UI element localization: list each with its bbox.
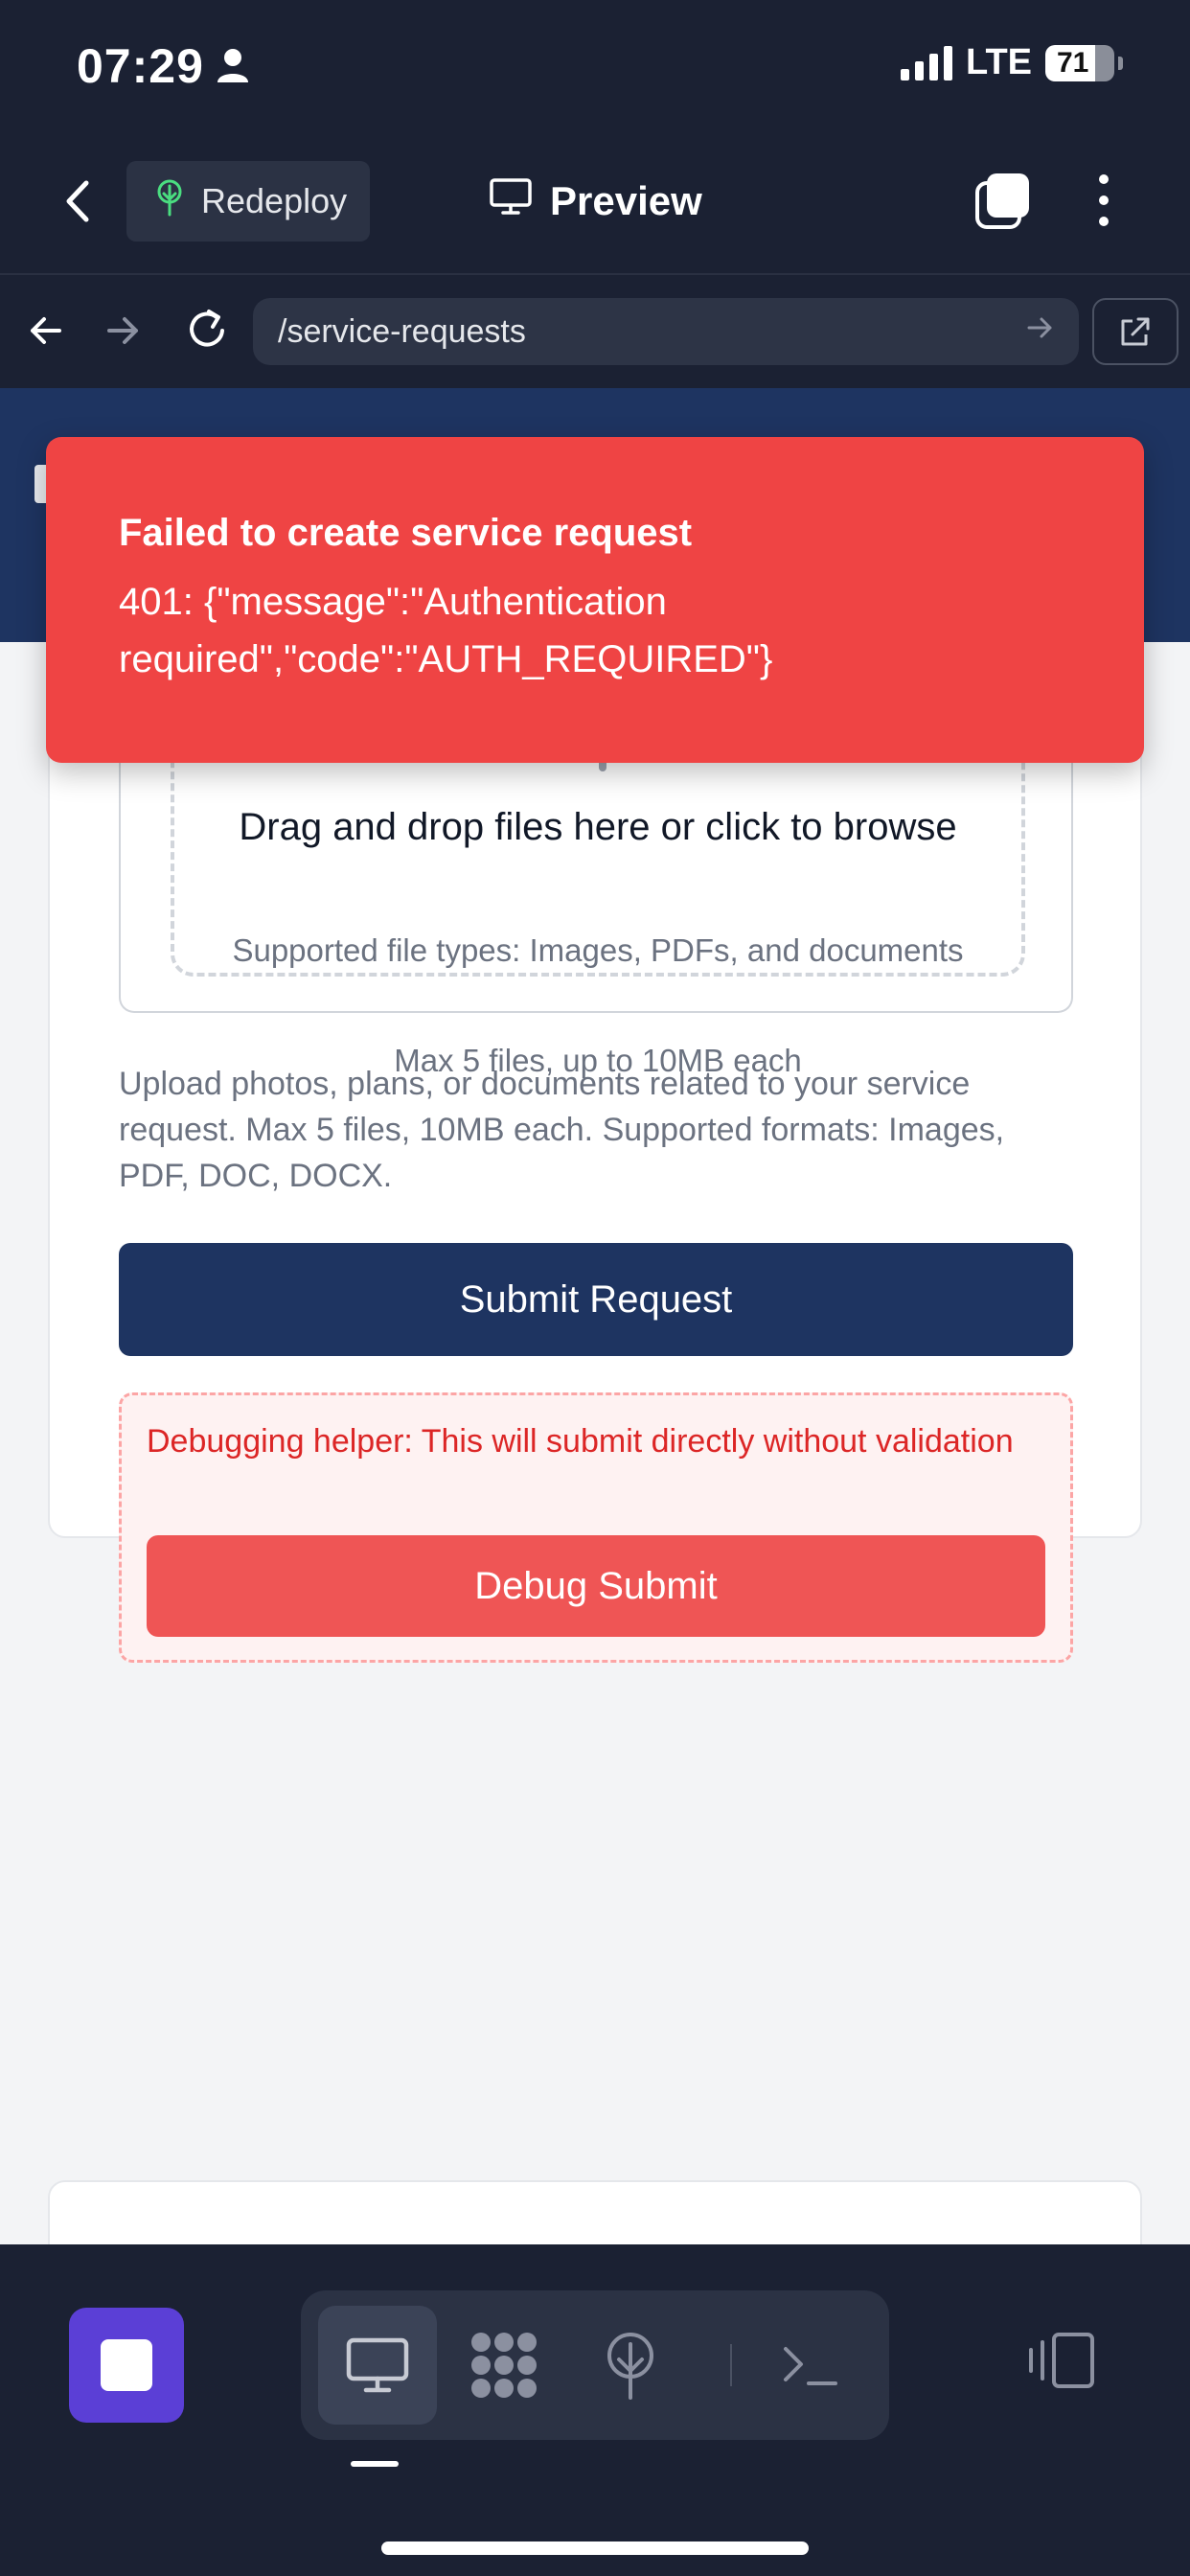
url-text: /service-requests [278, 312, 526, 350]
network-type: LTE [966, 42, 1032, 82]
supported-file-types: Supported file types: Images, PDFs, and … [232, 932, 964, 968]
bottom-toolbar [0, 2244, 1190, 2576]
person-icon [217, 48, 249, 87]
active-tab-indicator [351, 2461, 399, 2467]
grid-icon[interactable] [445, 2306, 563, 2425]
battery-icon: 71 [1045, 44, 1114, 81]
app-toolbar: Redeploy Preview [0, 129, 1190, 273]
debug-helper-box: Debugging helper: This will submit direc… [119, 1392, 1073, 1663]
error-toast[interactable]: Failed to create service request 401: {"… [46, 437, 1144, 763]
redeploy-button[interactable]: Redeploy [126, 161, 370, 242]
arrow-right-icon[interactable] [103, 311, 142, 355]
next-section-card [48, 2180, 1142, 2244]
drop-zone-title: Drag and drop files here or click to bro… [239, 806, 957, 848]
status-time: 07:29 [77, 39, 204, 93]
home-indicator [381, 2542, 809, 2555]
terminal-icon[interactable] [751, 2306, 870, 2425]
arrow-left-icon[interactable] [27, 311, 65, 355]
deploy-icon[interactable] [571, 2306, 690, 2425]
browser-bar: /service-requests [0, 273, 1190, 388]
debug-submit-button[interactable]: Debug Submit [147, 1535, 1045, 1637]
status-bar: 07:29 LTE 71 [0, 0, 1190, 129]
preview-label: Preview [550, 178, 702, 223]
more-vertical-icon[interactable] [1092, 172, 1115, 234]
view-switcher [301, 2290, 889, 2440]
external-link-icon[interactable] [1092, 298, 1179, 365]
go-arrow-icon[interactable] [1025, 313, 1054, 351]
status-indicators: LTE 71 [901, 42, 1123, 83]
upload-help-text: Upload photos, plans, or documents relat… [119, 1066, 1005, 1194]
reload-icon[interactable] [184, 306, 230, 358]
signal-icon [901, 45, 953, 80]
tree-icon [153, 178, 186, 225]
stop-button[interactable] [69, 2308, 184, 2423]
url-input[interactable]: /service-requests [253, 298, 1079, 365]
tool-divider [730, 2344, 732, 2386]
toast-title: Failed to create service request [119, 512, 693, 554]
monitor-icon[interactable] [318, 2306, 437, 2425]
debug-helper-text: Debugging helper: This will submit direc… [147, 1423, 1014, 1460]
panel-toggle-icon[interactable] [1025, 2331, 1096, 2395]
redeploy-label: Redeploy [201, 181, 348, 220]
submit-request-button[interactable]: Submit Request [119, 1243, 1073, 1356]
monitor-icon [489, 177, 533, 225]
toast-message: 401: {"message":"Authentication required… [119, 581, 773, 680]
back-chevron-icon[interactable] [59, 177, 98, 230]
battery-level: 71 [1057, 46, 1089, 79]
copy-icon[interactable] [973, 172, 1031, 236]
stop-icon [101, 2339, 152, 2391]
preview-title: Preview [489, 177, 702, 225]
